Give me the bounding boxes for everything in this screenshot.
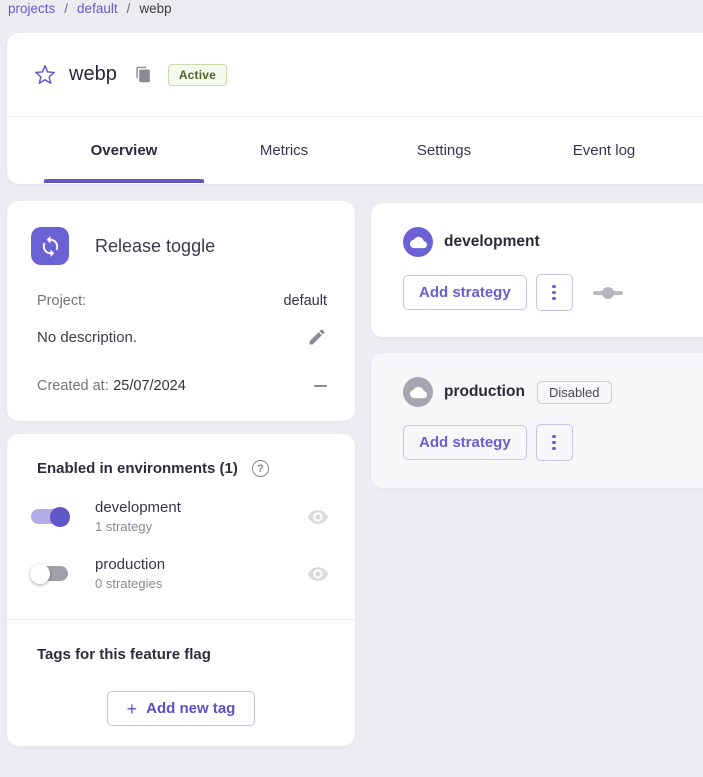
environment-name: production (95, 556, 165, 573)
left-column: Release toggle Project: default No descr… (7, 201, 355, 746)
env-toggle-indicator (593, 287, 623, 299)
star-icon (34, 64, 56, 86)
project-row: Project: default (37, 293, 327, 309)
breadcrumb-separator: / (127, 1, 131, 16)
flag-details-card: Release toggle Project: default No descr… (7, 201, 355, 421)
add-new-tag-label: Add new tag (146, 700, 235, 717)
eye-icon[interactable] (307, 563, 329, 585)
add-strategy-button[interactable]: Add strategy (403, 275, 527, 310)
tab-metrics[interactable]: Metrics (204, 117, 364, 183)
development-toggle[interactable] (31, 507, 69, 527)
more-options-button[interactable] (536, 424, 573, 461)
created-value: 25/07/2024 (113, 378, 186, 394)
add-strategy-button[interactable]: Add strategy (403, 425, 527, 460)
page-title: webp (69, 63, 117, 86)
description-row: No description. (37, 327, 327, 347)
enabled-environments-section: Enabled in environments (1) ? developmen… (7, 434, 355, 619)
copy-icon (135, 66, 152, 83)
plus-icon: + (127, 702, 138, 716)
feature-flag-page: projects / default / webp webp Active Ov… (0, 0, 703, 777)
release-toggle-icon (31, 227, 69, 265)
tags-title: Tags for this feature flag (37, 646, 331, 663)
environment-name: development (444, 233, 540, 251)
environment-name: development (95, 499, 181, 516)
project-value: default (283, 293, 327, 309)
minus-icon (314, 385, 327, 388)
collapse-details-button[interactable] (314, 385, 327, 388)
flag-type-title: Release toggle (95, 236, 215, 257)
environments-tags-card: Enabled in environments (1) ? developmen… (7, 434, 355, 746)
tags-section: Tags for this feature flag + Add new tag (7, 620, 355, 746)
overview-content: Release toggle Project: default No descr… (7, 201, 703, 746)
environment-panel-production: production Disabled Add strategy (371, 353, 703, 488)
pencil-icon (307, 327, 327, 347)
strategy-count: 0 strategies (95, 576, 165, 591)
environment-panel-development: development Add strategy (371, 203, 703, 337)
feature-title-row: webp Active (7, 33, 703, 117)
description-text: No description. (37, 329, 137, 346)
active-tab-indicator (44, 179, 204, 183)
kebab-icon (552, 285, 556, 289)
right-column: development Add strategy (371, 203, 703, 746)
kebab-icon (552, 435, 556, 439)
environment-row-production: production 0 strategies (31, 556, 333, 591)
environment-panel-header: production Disabled (403, 377, 703, 407)
environment-row-development: development 1 strategy (31, 499, 333, 534)
copy-name-button[interactable] (135, 66, 152, 83)
tab-overview[interactable]: Overview (44, 117, 204, 183)
strategy-count: 1 strategy (95, 519, 181, 534)
environments-title: Enabled in environments (1) (37, 460, 238, 477)
environment-panel-controls: Add strategy (403, 424, 703, 461)
disabled-badge: Disabled (537, 381, 612, 404)
breadcrumb: projects / default / webp (8, 1, 172, 16)
flag-type-row: Release toggle (31, 227, 327, 265)
environment-panel-controls: Add strategy (403, 274, 703, 311)
eye-icon[interactable] (307, 506, 329, 528)
edit-description-button[interactable] (307, 327, 327, 347)
breadcrumb-current: webp (139, 1, 171, 16)
cloud-icon (403, 227, 433, 257)
tab-bar: Overview Metrics Settings Event log (7, 117, 703, 183)
tab-event-log[interactable]: Event log (524, 117, 684, 183)
project-label: Project: (37, 293, 86, 309)
tab-settings[interactable]: Settings (364, 117, 524, 183)
feature-header-card: webp Active Overview Metrics Settings Ev… (7, 33, 703, 184)
production-toggle[interactable] (31, 564, 69, 584)
more-options-button[interactable] (536, 274, 573, 311)
cloud-icon (403, 377, 433, 407)
favorite-button[interactable] (34, 64, 56, 86)
breadcrumb-separator: / (64, 1, 68, 16)
status-badge: Active (168, 64, 227, 86)
add-new-tag-button[interactable]: + Add new tag (107, 691, 256, 726)
breadcrumb-link-projects[interactable]: projects (8, 1, 55, 16)
environment-panel-header: development (403, 227, 703, 257)
help-icon[interactable]: ? (252, 460, 269, 477)
environment-name: production (444, 383, 525, 401)
created-label: Created at: (37, 378, 109, 394)
breadcrumb-link-default[interactable]: default (77, 1, 118, 16)
created-row: Created at: 25/07/2024 (37, 377, 327, 395)
